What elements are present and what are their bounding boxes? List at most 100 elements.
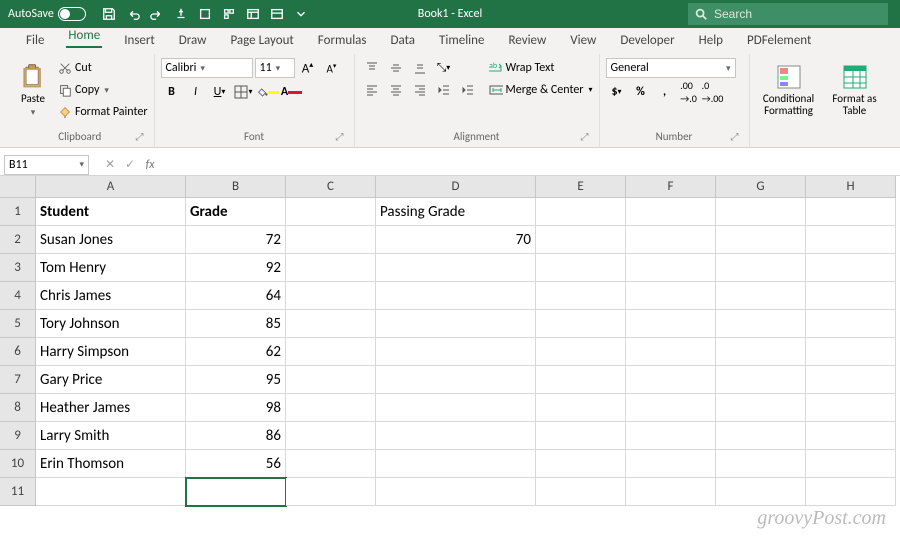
touch-mode-icon[interactable] [170, 3, 192, 25]
cell[interactable] [626, 198, 716, 226]
undo-icon[interactable] [122, 3, 144, 25]
cell[interactable] [536, 198, 626, 226]
clipboard-launcher-icon[interactable]: ⤢ [136, 130, 144, 143]
font-name-combo[interactable]: Calibri▾ [161, 58, 253, 78]
cell[interactable]: Chris James [36, 282, 186, 310]
align-left-icon[interactable] [361, 80, 383, 100]
cell[interactable] [186, 478, 286, 506]
tab-developer[interactable]: Developer [608, 29, 686, 54]
cell[interactable] [536, 338, 626, 366]
cell[interactable] [626, 282, 716, 310]
qat6-icon[interactable] [218, 3, 240, 25]
cell[interactable] [286, 282, 376, 310]
qat7-icon[interactable] [242, 3, 264, 25]
row-header[interactable]: 1 [0, 198, 36, 226]
decrease-decimal-icon[interactable]: .0→.00 [702, 82, 724, 102]
qat-more-icon[interactable] [290, 3, 312, 25]
row-header[interactable]: 6 [0, 338, 36, 366]
cell[interactable] [536, 282, 626, 310]
tab-view[interactable]: View [558, 29, 608, 54]
cell[interactable] [626, 422, 716, 450]
cell[interactable] [376, 422, 536, 450]
cell[interactable]: Erin Thomson [36, 450, 186, 478]
cell[interactable]: 98 [186, 394, 286, 422]
align-middle-icon[interactable] [385, 58, 407, 78]
merge-center-button[interactable]: Merge & Center▾ [489, 80, 593, 100]
cell[interactable] [806, 226, 896, 254]
cell[interactable] [376, 450, 536, 478]
cell[interactable] [626, 394, 716, 422]
cell[interactable] [716, 310, 806, 338]
cell[interactable] [376, 338, 536, 366]
cell[interactable]: 92 [186, 254, 286, 282]
row-header[interactable]: 10 [0, 450, 36, 478]
cell[interactable] [286, 394, 376, 422]
cell[interactable] [286, 450, 376, 478]
cell[interactable] [716, 226, 806, 254]
tab-pdfelement[interactable]: PDFelement [735, 29, 823, 54]
alignment-launcher-icon[interactable]: ⤢ [581, 130, 589, 143]
cell[interactable] [806, 338, 896, 366]
cell[interactable] [806, 478, 896, 506]
name-box[interactable]: B11▾ [4, 155, 89, 175]
cell[interactable] [806, 282, 896, 310]
cell[interactable]: Tom Henry [36, 254, 186, 282]
row-header[interactable]: 11 [0, 478, 36, 506]
row-header[interactable]: 5 [0, 310, 36, 338]
spreadsheet-grid[interactable]: ABCDEFGH1StudentGradePassing Grade2Susan… [0, 176, 900, 506]
tab-timeline[interactable]: Timeline [427, 29, 496, 54]
select-all-corner[interactable] [0, 176, 36, 198]
column-header[interactable]: H [806, 176, 896, 198]
cell[interactable]: Student [36, 198, 186, 226]
align-top-icon[interactable] [361, 58, 383, 78]
cell[interactable] [806, 198, 896, 226]
increase-decimal-icon[interactable]: .00→.0 [678, 82, 700, 102]
cell[interactable] [716, 282, 806, 310]
cell[interactable]: Heather James [36, 394, 186, 422]
cell[interactable]: 56 [186, 450, 286, 478]
cell[interactable] [376, 366, 536, 394]
cell[interactable] [716, 198, 806, 226]
cell[interactable] [536, 394, 626, 422]
percent-icon[interactable]: % [630, 82, 652, 102]
cell[interactable]: Harry Simpson [36, 338, 186, 366]
cell[interactable] [286, 422, 376, 450]
cell[interactable] [36, 478, 186, 506]
italic-button[interactable]: I [185, 82, 207, 102]
cell[interactable] [536, 422, 626, 450]
cell[interactable] [626, 478, 716, 506]
cell[interactable] [286, 226, 376, 254]
tab-home[interactable]: Home [56, 24, 112, 54]
cell[interactable]: 62 [186, 338, 286, 366]
font-size-combo[interactable]: 11▾ [255, 58, 295, 78]
row-header[interactable]: 3 [0, 254, 36, 282]
cell[interactable]: Passing Grade [376, 198, 536, 226]
tab-insert[interactable]: Insert [112, 29, 167, 54]
cell[interactable] [806, 254, 896, 282]
cancel-formula-icon[interactable]: ✕ [101, 157, 119, 172]
cell[interactable] [536, 478, 626, 506]
column-header[interactable]: G [716, 176, 806, 198]
autosave-toggle[interactable]: AutoSave [8, 7, 86, 21]
tab-formulas[interactable]: Formulas [306, 29, 379, 54]
cell[interactable]: 70 [376, 226, 536, 254]
cell[interactable]: Gary Price [36, 366, 186, 394]
cell[interactable] [716, 450, 806, 478]
cell[interactable]: 64 [186, 282, 286, 310]
indent-increase-icon[interactable] [457, 80, 479, 100]
cell[interactable] [536, 254, 626, 282]
column-header[interactable]: D [376, 176, 536, 198]
cell[interactable] [286, 198, 376, 226]
font-color-button[interactable]: A [281, 82, 303, 102]
cell[interactable] [286, 338, 376, 366]
cell[interactable] [806, 394, 896, 422]
cell[interactable]: 85 [186, 310, 286, 338]
cell[interactable]: Grade [186, 198, 286, 226]
search-box[interactable] [688, 3, 888, 25]
row-header[interactable]: 7 [0, 366, 36, 394]
cell[interactable] [806, 422, 896, 450]
cell[interactable] [806, 310, 896, 338]
redo-icon[interactable] [146, 3, 168, 25]
shrink-font-icon[interactable]: A▾ [321, 58, 343, 78]
cell[interactable] [626, 450, 716, 478]
